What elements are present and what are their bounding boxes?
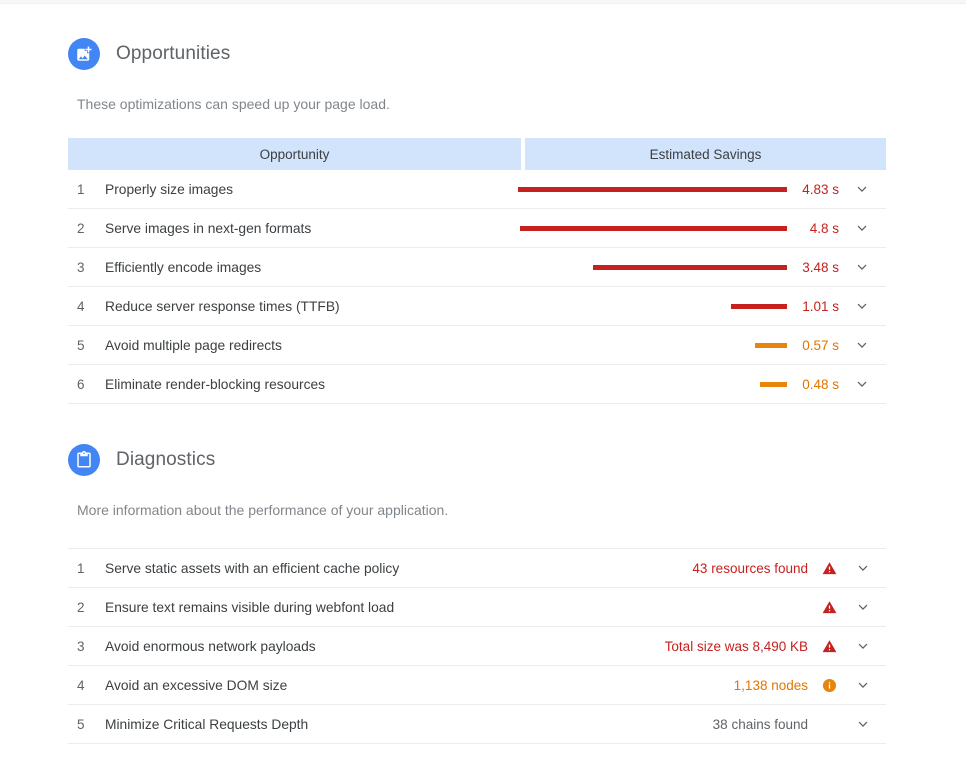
row-index: 6 [77,376,85,392]
opportunity-label[interactable]: Serve images in next-gen formats [105,221,515,236]
status-icon-slot [818,598,840,616]
row-index: 4 [77,298,85,314]
row-index: 2 [77,599,85,615]
chevron-down-icon[interactable] [839,221,885,235]
diagnostic-row[interactable]: 1 Serve static assets with an efficient c… [68,549,886,588]
opportunities-table: Opportunity Estimated Savings 1 Properly … [68,138,886,404]
opportunity-label[interactable]: Avoid multiple page redirects [105,338,515,353]
chevron-down-icon[interactable] [840,678,886,692]
opportunities-description: These optimizations can speed up your pa… [77,96,390,112]
clipboard-icon [68,444,100,476]
table-row[interactable]: 2 Serve images in next-gen formats 4.8 s [68,209,886,248]
diagnostic-row[interactable]: 2 Ensure text remains visible during webf… [68,588,886,627]
opportunity-label[interactable]: Properly size images [105,182,515,197]
savings-value: 4.83 s [802,181,839,197]
warning-triangle-icon [820,637,838,655]
diagnostic-label[interactable]: Ensure text remains visible during webfo… [105,600,808,615]
row-index: 1 [77,181,85,197]
savings-value: 0.57 s [802,337,839,353]
savings-bar-track [515,186,787,192]
add-photo-icon [68,38,100,70]
savings-bar-track [515,303,787,309]
savings-cell: 3.48 s [515,260,885,275]
info-circle-icon [820,676,838,694]
row-index: 1 [77,560,85,576]
diagnostic-row[interactable]: 5 Minimize Critical Requests Depth 38 chai… [68,705,886,744]
savings-cell: 1.01 s [515,299,885,314]
diagnostic-row[interactable]: 4 Avoid an excessive DOM size 1,138 nodes [68,666,886,705]
report-page: Opportunities These optimizations can sp… [0,4,966,744]
savings-cell: 4.83 s [515,182,885,197]
diagnostic-row[interactable]: 3 Avoid enormous network payloads Total si… [68,627,886,666]
row-index: 2 [77,220,85,236]
chevron-down-icon[interactable] [839,299,885,313]
diagnostic-value: 38 chains found [712,716,808,732]
savings-bar [518,186,787,192]
opportunities-section-header: Opportunities [0,38,966,70]
savings-bar [755,342,787,348]
opportunities-title: Opportunities [116,43,231,64]
diagnostics-title: Diagnostics [116,449,216,470]
chevron-down-icon[interactable] [839,260,885,274]
column-header-estimated-savings: Estimated Savings [525,138,886,170]
row-index: 3 [77,259,85,275]
savings-bar [520,225,787,231]
savings-bar-track [515,342,787,348]
savings-cell: 0.57 s [515,338,885,353]
chevron-down-icon[interactable] [840,561,886,575]
savings-bar-track [515,225,787,231]
savings-bar-track [515,381,787,387]
opportunity-label[interactable]: Reduce server response times (TTFB) [105,299,515,314]
diagnostic-value: 1,138 nodes [733,677,808,693]
savings-bar [593,264,787,270]
savings-bar [731,303,787,309]
row-index: 3 [77,638,85,654]
savings-bar [760,381,787,387]
status-icon-slot [818,676,840,694]
opportunity-label[interactable]: Eliminate render-blocking resources [105,377,515,392]
table-row[interactable]: 1 Properly size images 4.83 s [68,170,886,209]
savings-value: 3.48 s [802,259,839,275]
table-row[interactable]: 4 Reduce server response times (TTFB) 1.01… [68,287,886,326]
row-index: 5 [77,716,85,732]
status-icon-slot [818,559,840,577]
status-icon-slot [818,637,840,655]
diagnostics-description: More information about the performance o… [77,502,449,518]
table-row[interactable]: 6 Eliminate render-blocking resources 0.48… [68,365,886,404]
chevron-down-icon[interactable] [839,182,885,196]
table-row[interactable]: 3 Efficiently encode images 3.48 s [68,248,886,287]
diagnostic-label[interactable]: Serve static assets with an efficient ca… [105,561,692,576]
chevron-down-icon[interactable] [840,600,886,614]
diagnostics-table: 1 Serve static assets with an efficient c… [68,548,886,744]
diagnostic-value: Total size was 8,490 KB [664,638,808,654]
row-index: 5 [77,337,85,353]
chevron-down-icon[interactable] [840,717,886,731]
table-row[interactable]: 5 Avoid multiple page redirects 0.57 s [68,326,886,365]
savings-value: 1.01 s [802,298,839,314]
savings-value: 0.48 s [802,376,839,392]
row-index: 4 [77,677,85,693]
diagnostic-label[interactable]: Minimize Critical Requests Depth [105,717,713,732]
chevron-down-icon[interactable] [839,338,885,352]
diagnostic-label[interactable]: Avoid enormous network payloads [105,639,665,654]
diagnostics-section-header: Diagnostics [0,444,966,476]
warning-triangle-icon [820,559,838,577]
savings-bar-track [515,264,787,270]
savings-value: 4.8 s [809,220,839,236]
chevron-down-icon[interactable] [840,639,886,653]
diagnostic-value: 43 resources found [692,560,808,576]
opportunities-table-header: Opportunity Estimated Savings [68,138,886,170]
warning-triangle-icon [820,598,838,616]
column-header-opportunity: Opportunity [68,138,521,170]
savings-cell: 0.48 s [515,377,885,392]
opportunity-label[interactable]: Efficiently encode images [105,260,515,275]
savings-cell: 4.8 s [515,221,885,236]
chevron-down-icon[interactable] [839,377,885,391]
diagnostic-label[interactable]: Avoid an excessive DOM size [105,678,734,693]
